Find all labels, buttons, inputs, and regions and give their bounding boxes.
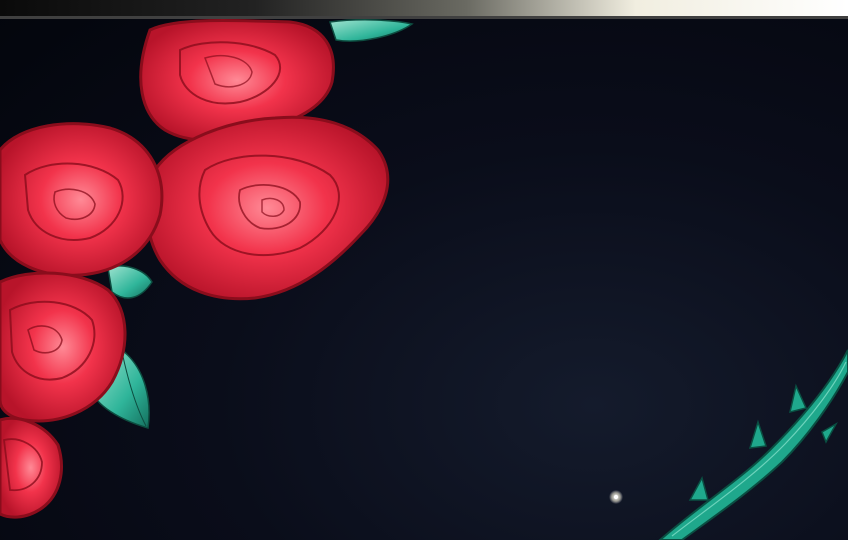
thorny-stem-icon: [658, 349, 848, 540]
rose-icon: [145, 115, 390, 301]
rose-artwork: [0, 19, 848, 540]
star-icon: [609, 490, 623, 504]
leaf-icon: [329, 19, 414, 42]
rose-icon: [0, 416, 63, 519]
rose-icon: [0, 122, 164, 277]
night-scene: [0, 0, 848, 540]
leaf-icon: [107, 265, 153, 299]
